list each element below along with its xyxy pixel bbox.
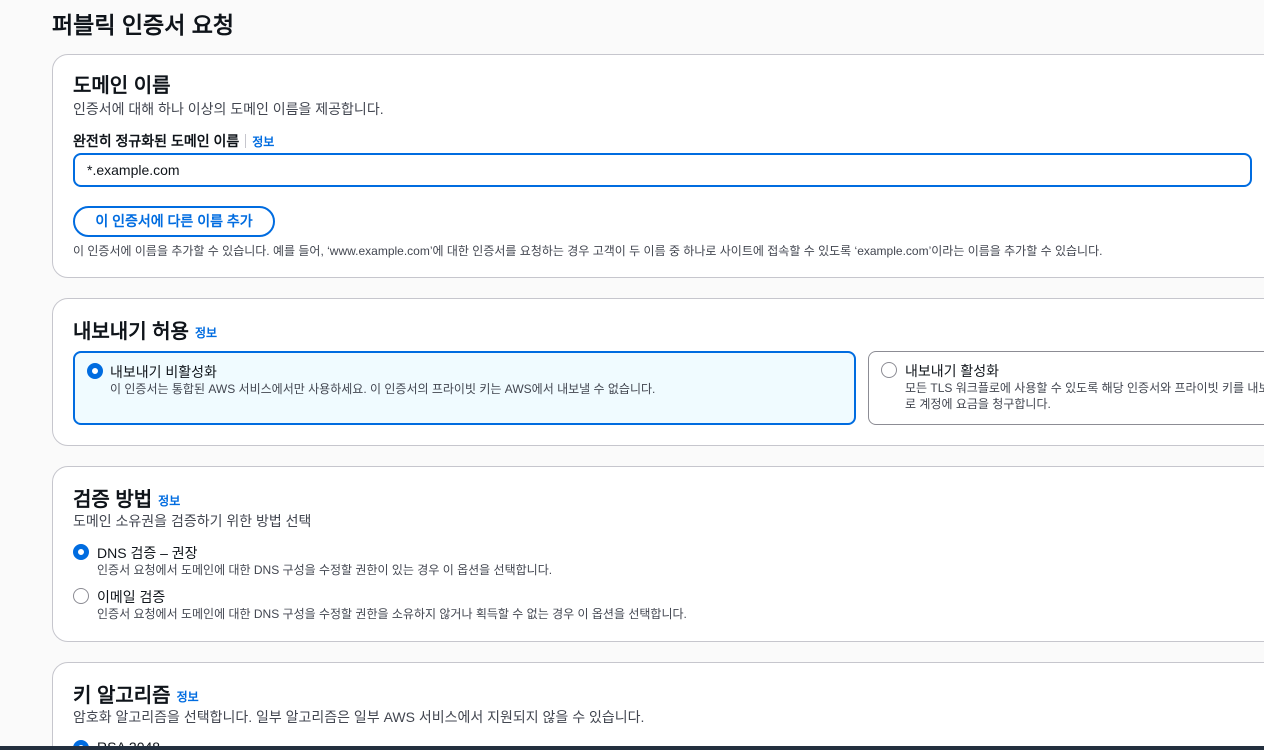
fqdn-info-link[interactable]: 정보: [252, 135, 274, 149]
add-name-hint: 이 인증서에 이름을 추가할 수 있습니다. 예를 들어, ‘www.examp…: [73, 244, 1103, 258]
export-disable-radio[interactable]: [87, 363, 103, 379]
email-validation-radio[interactable]: [73, 588, 89, 604]
export-disable-tile[interactable]: 내보내기 비활성화 이 인증서는 통합된 AWS 서비스에서만 사용하세요. 이…: [73, 351, 856, 425]
validation-description: 도메인 소유권을 검증하기 위한 방법 선택: [73, 513, 312, 529]
email-validation-title[interactable]: 이메일 검증: [97, 587, 165, 607]
export-enable-description-line1: 모든 TLS 워크플로에 사용할 수 있도록 해당 인증서와 프라이빗 키를 내…: [905, 381, 1264, 395]
key-algorithm-heading: 키 알고리즘 정보: [73, 679, 199, 708]
export-heading: 내보내기 허용 정보: [73, 315, 217, 344]
export-enable-tile[interactable]: 내보내기 활성화 모든 TLS 워크플로에 사용할 수 있도록 해당 인증서와 …: [868, 351, 1264, 425]
validation-info-link[interactable]: 정보: [158, 494, 180, 508]
export-panel: 내보내기 허용 정보 내보내기 비활성화 이 인증서는 통합된 AWS 서비스에서…: [52, 298, 1264, 446]
export-info-link[interactable]: 정보: [195, 326, 217, 340]
label-separator: [245, 134, 247, 148]
export-disable-title: 내보내기 비활성화: [110, 364, 217, 380]
key-algorithm-heading-text: 키 알고리즘: [73, 685, 171, 707]
key-algorithm-description: 암호화 알고리즘을 선택합니다. 일부 알고리즘은 일부 AWS 서비스에서 지…: [73, 709, 645, 725]
domain-name-panel: 도메인 이름 인증서에 대해 하나 이상의 도메인 이름을 제공합니다. 완전히…: [52, 54, 1264, 278]
fqdn-label-text: 완전히 정규화된 도메인 이름: [73, 133, 240, 149]
fqdn-input[interactable]: [73, 153, 1252, 187]
dns-validation-radio[interactable]: [73, 544, 89, 560]
export-disable-description: 이 인증서는 통합된 AWS 서비스에서만 사용하세요. 이 인증서의 프라이빗…: [110, 382, 656, 396]
export-enable-title: 내보내기 활성화: [905, 363, 1000, 379]
validation-panel: 검증 방법 정보 도메인 소유권을 검증하기 위한 방법 선택 DNS 검증 – …: [52, 466, 1264, 642]
bottom-bar: [0, 746, 1264, 750]
key-algorithm-panel: 키 알고리즘 정보 암호화 알고리즘을 선택합니다. 일부 알고리즘은 일부 AW…: [52, 662, 1264, 750]
export-enable-radio[interactable]: [881, 362, 897, 378]
domain-name-heading: 도메인 이름: [73, 75, 171, 97]
validation-heading-text: 검증 방법: [73, 489, 153, 511]
add-another-name-button[interactable]: 이 인증서에 다른 이름 추가: [73, 206, 275, 237]
validation-heading: 검증 방법 정보: [73, 483, 180, 512]
dns-validation-description: 인증서 요청에서 도메인에 대한 DNS 구성을 수정할 권한이 있는 경우 이…: [97, 563, 553, 577]
export-heading-text: 내보내기 허용: [73, 321, 189, 343]
domain-name-description: 인증서에 대해 하나 이상의 도메인 이름을 제공합니다.: [73, 101, 384, 117]
fqdn-label: 완전히 정규화된 도메인 이름 정보: [73, 131, 274, 151]
email-validation-description: 인증서 요청에서 도메인에 대한 DNS 구성을 수정할 권한을 소유하지 않거…: [97, 607, 687, 621]
export-enable-description-line2: 로 계정에 요금을 청구합니다.: [905, 397, 1051, 411]
dns-validation-title[interactable]: DNS 검증 – 권장: [97, 543, 198, 563]
key-algorithm-info-link[interactable]: 정보: [177, 690, 199, 704]
page-title: 퍼블릭 인증서 요청: [52, 12, 235, 38]
